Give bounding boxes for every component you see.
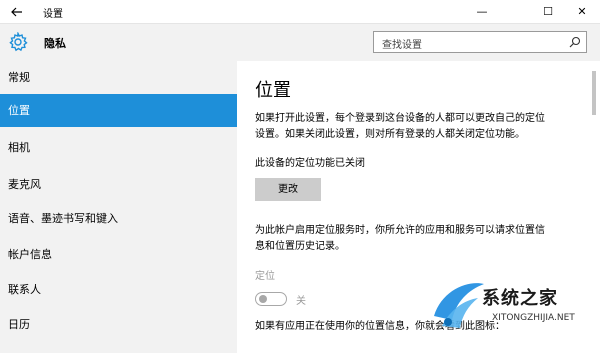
minimize-button[interactable]: — [460,0,504,24]
location-toggle-state: 关 [296,296,306,307]
watermark: 系统之家 XITONGZHIJIA.NET [420,276,600,353]
page-title: 隐私 [44,37,66,50]
sidebar-item-label: 语音、墨迹书写和键入 [8,212,118,225]
maximize-icon: ☐ [543,5,553,18]
title-bar: 设置 — ☐ ✕ [0,0,600,24]
close-button[interactable]: ✕ [560,0,600,24]
search-input[interactable]: 查找设置 [373,31,587,53]
minimize-icon: — [476,5,488,18]
account-location-description-line-2: 息和位置历史记录。 [255,241,345,252]
toggle-knob [259,295,267,303]
section-heading: 位置 [255,80,291,101]
sidebar-item-label: 位置 [8,104,30,117]
sidebar-item-microphone[interactable]: 麦克风 [0,168,237,201]
search-placeholder: 查找设置 [382,40,422,51]
search-icon [569,36,581,48]
sidebar-item-location[interactable]: 位置 [0,94,237,127]
arrow-left-icon [11,7,22,17]
sidebar-item-label: 帐户信息 [8,248,52,261]
scrollbar[interactable] [592,71,596,115]
sidebar-item-label: 麦克风 [8,178,41,191]
change-button[interactable]: 更改 [255,178,321,201]
sidebar-item-camera[interactable]: 相机 [0,131,237,164]
location-description-line-1: 如果打开此设置，每个登录到这台设备的人都可以更改自己的定位 [255,113,545,124]
sidebar-item-label: 联系人 [8,283,41,296]
close-icon: ✕ [577,5,587,18]
sidebar-item-general[interactable]: 常规 [0,61,237,94]
location-description-line-2: 设置。如果关闭此设置，则对所有登录的人都关闭定位功能。 [255,129,525,140]
watermark-text: 系统之家 [482,288,558,309]
sidebar-item-speech-inking-typing[interactable]: 语音、墨迹书写和键入 [0,202,237,235]
sidebar-item-calendar[interactable]: 日历 [0,308,237,341]
gear-icon [9,32,28,52]
back-button[interactable] [6,3,28,21]
sidebar-item-label: 相机 [8,141,30,154]
sidebar: 常规 位置 相机 麦克风 语音、墨迹书写和键入 帐户信息 联系人 日历 [0,61,237,353]
account-location-description: 为此帐户启用定位服务时，你所允许的应用和服务可以请求位置信 息和位置历史记录。 [255,223,585,255]
sidebar-item-label: 日历 [8,318,30,331]
watermark-logo-icon [434,283,484,328]
device-location-status: 此设备的定位功能已关闭 [255,158,365,169]
account-location-description-line-1: 为此帐户启用定位服务时，你所允许的应用和服务可以请求位置信 [255,225,545,236]
location-description: 如果打开此设置，每个登录到这台设备的人都可以更改自己的定位 设置。如果关闭此设置… [255,111,585,143]
sidebar-item-account-info[interactable]: 帐户信息 [0,238,237,271]
sidebar-item-label: 常规 [8,71,30,84]
window-title: 设置 [43,9,63,20]
sidebar-item-contacts[interactable]: 联系人 [0,273,237,306]
location-toggle[interactable] [255,292,287,306]
page-header: 隐私 查找设置 [0,24,600,61]
watermark-url: XITONGZHIJIA.NET [492,313,575,323]
